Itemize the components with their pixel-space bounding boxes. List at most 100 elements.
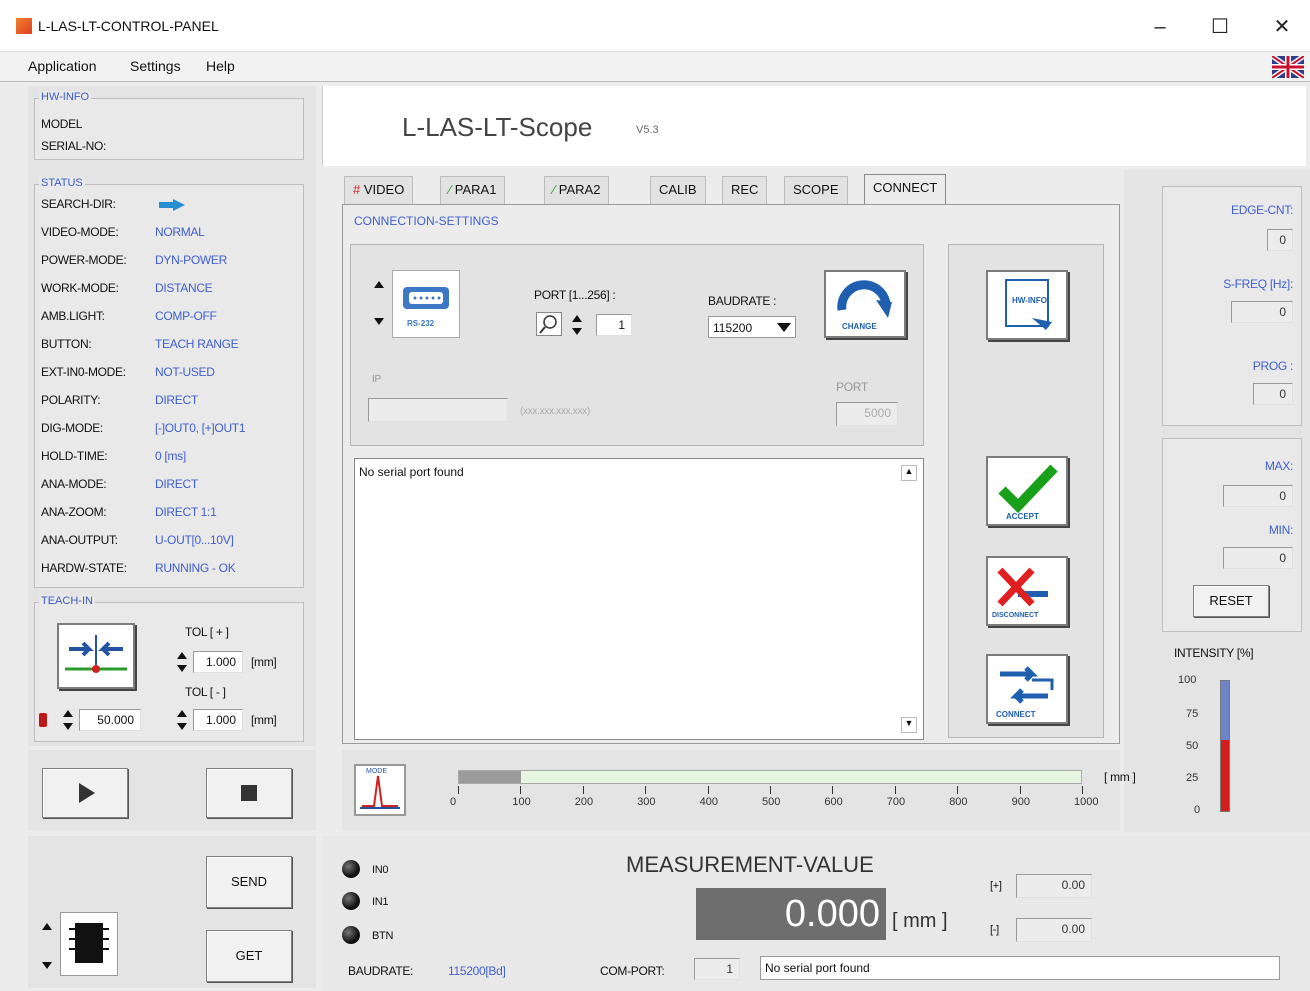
led-btn xyxy=(342,926,360,944)
ip-port-field: 5000 xyxy=(836,402,898,426)
ip-hint: (xxx.xxx.xxx.xxx) xyxy=(520,406,590,417)
scale-fill xyxy=(459,771,522,783)
scale-tick-label: 300 xyxy=(637,796,656,808)
teach-range-icon xyxy=(65,635,127,673)
tab-scope[interactable]: SCOPE xyxy=(784,176,848,204)
led-in0-label: IN0 xyxy=(372,864,389,876)
uk-flag-icon[interactable] xyxy=(1270,53,1306,81)
intensity-label: INTENSITY [%] xyxy=(1174,646,1254,660)
search-port-icon[interactable] xyxy=(536,312,562,336)
scale-tick-label: 700 xyxy=(886,796,906,808)
scale-tick-mark xyxy=(894,786,896,794)
status-label: ANA-ZOOM: xyxy=(41,505,107,519)
teachin-title: TEACH-IN xyxy=(39,595,95,607)
menu-settings[interactable]: Settings xyxy=(130,58,181,74)
app-version: V5.3 xyxy=(636,124,659,136)
led-in1 xyxy=(342,892,360,910)
scale-tick-mark xyxy=(707,786,709,794)
minimize-button[interactable]: – xyxy=(1140,12,1180,42)
status-group: STATUS SEARCH-DIR: VIDEO-MODE: NORMAL POWER… xyxy=(34,177,304,588)
hwinfo-button[interactable]: HW-INFO xyxy=(986,270,1068,340)
teach-button[interactable] xyxy=(57,623,135,689)
get-button[interactable]: GET xyxy=(206,930,292,982)
tol-plus-stepper[interactable] xyxy=(175,651,189,673)
disconnect-button[interactable]: DISCONNECT xyxy=(986,556,1068,626)
menu-application[interactable]: Application xyxy=(28,58,97,74)
scale-ticks: 0 100 200 300 400 500 600 700 800 900 1000 xyxy=(450,786,1098,816)
hwinfo-group: HW-INFO MODEL SERIAL-NO: xyxy=(34,91,304,160)
scale-tick-label: 400 xyxy=(699,796,718,808)
log-textarea[interactable]: No serial port found ▲ ▼ xyxy=(354,458,924,740)
reset-button[interactable]: RESET xyxy=(1193,585,1269,617)
baudrate-label: BAUDRATE : xyxy=(708,294,777,308)
scale-tick-mark xyxy=(770,786,771,794)
status-label: POLARITY: xyxy=(41,393,101,407)
status-value: NORMAL xyxy=(155,225,205,239)
app-name: L-LAS-LT-Scope xyxy=(402,112,593,142)
status-label: POWER-MODE: xyxy=(41,253,127,267)
status-value: U-OUT[0...10V] xyxy=(155,533,234,547)
stop-button[interactable] xyxy=(206,768,292,818)
teach-value-field[interactable]: 50.000 xyxy=(79,709,141,731)
tol-minus-stepper[interactable] xyxy=(175,709,189,731)
device-select-stepper[interactable] xyxy=(40,922,54,970)
status-label: SEARCH-DIR: xyxy=(41,197,116,211)
led-in1-label: IN1 xyxy=(372,896,389,908)
prog-field: 0 xyxy=(1253,383,1293,405)
interface-select-stepper[interactable] xyxy=(372,280,386,326)
status-label: AMB.LIGHT: xyxy=(41,309,105,323)
sfreq-field: 0 xyxy=(1231,301,1293,323)
intensity-tick: 25 xyxy=(1186,772,1199,784)
ip-label: IP xyxy=(372,374,381,385)
accept-button[interactable]: ACCEPT xyxy=(986,456,1068,526)
status-value: DIRECT xyxy=(155,393,198,407)
tol-minus-label: TOL [ - ] xyxy=(185,685,226,699)
port-stepper[interactable] xyxy=(570,314,584,336)
play-button[interactable] xyxy=(42,768,128,818)
change-label: CHANGE xyxy=(842,322,877,331)
window-title: L-LAS-LT-CONTROL-PANEL xyxy=(38,18,219,34)
scroll-down-icon[interactable]: ▼ xyxy=(901,717,917,733)
baudrate-select[interactable]: 115200 xyxy=(708,316,796,338)
status-value: RUNNING - OK xyxy=(155,561,236,575)
serial-label: SERIAL-NO: xyxy=(41,139,107,153)
teach-indicator-icon xyxy=(39,713,47,727)
connect-button[interactable]: CONNECT xyxy=(986,654,1068,724)
max-field: 0 xyxy=(1223,485,1293,507)
mode-icon[interactable]: MODE xyxy=(354,764,406,816)
hwinfo-label: HW-INFO xyxy=(1012,296,1047,305)
edge-cnt-label: EDGE-CNT: xyxy=(1231,203,1293,217)
status-label: VIDEO-MODE: xyxy=(41,225,119,239)
scale-tick-label: 0 xyxy=(450,796,457,808)
status-label: HARDW-STATE: xyxy=(41,561,127,575)
tab-para1[interactable]: ⁄ PARA1 xyxy=(440,176,506,204)
footer-baud-value: 115200[Bd] xyxy=(448,964,506,978)
teach-value-stepper[interactable] xyxy=(61,709,75,731)
led-btn-label: BTN xyxy=(372,930,394,942)
baudrate-value: 115200 xyxy=(713,321,753,335)
max-label: MAX: xyxy=(1264,459,1293,473)
status-title: STATUS xyxy=(39,177,85,189)
ip-port-label: PORT xyxy=(836,380,868,394)
tab-calib[interactable]: CALIB xyxy=(650,176,706,204)
intensity-fill xyxy=(1221,739,1229,811)
port-field[interactable]: 1 xyxy=(596,314,632,336)
close-button[interactable]: ✕ xyxy=(1262,12,1302,42)
change-button[interactable]: CHANGE xyxy=(824,270,906,338)
tab-para2[interactable]: ⁄ PARA2 xyxy=(544,176,610,204)
maximize-button[interactable]: ☐ xyxy=(1200,12,1240,42)
scroll-up-icon[interactable]: ▲ xyxy=(901,465,917,481)
tab-video[interactable]: # VIDEO xyxy=(344,176,414,204)
menu-help[interactable]: Help xyxy=(206,58,235,74)
tol-plus-field[interactable]: 1.000 xyxy=(193,651,243,673)
plus-label: [+] xyxy=(990,880,1002,892)
tab-connect[interactable]: CONNECT xyxy=(864,174,947,206)
tab-rec[interactable]: REC xyxy=(722,176,768,204)
teachin-group: TEACH-IN TOL [ + ] 1.000 [mm] TOL [ - ] … xyxy=(34,595,304,742)
para2-tab-icon: ⁄ xyxy=(553,182,556,197)
tol-minus-field[interactable]: 1.000 xyxy=(193,709,243,731)
tol-minus-unit: [mm] xyxy=(251,713,277,727)
mode-label: MODE xyxy=(366,768,387,775)
send-button[interactable]: SEND xyxy=(206,856,292,908)
scale-tick-mark xyxy=(1082,786,1083,794)
